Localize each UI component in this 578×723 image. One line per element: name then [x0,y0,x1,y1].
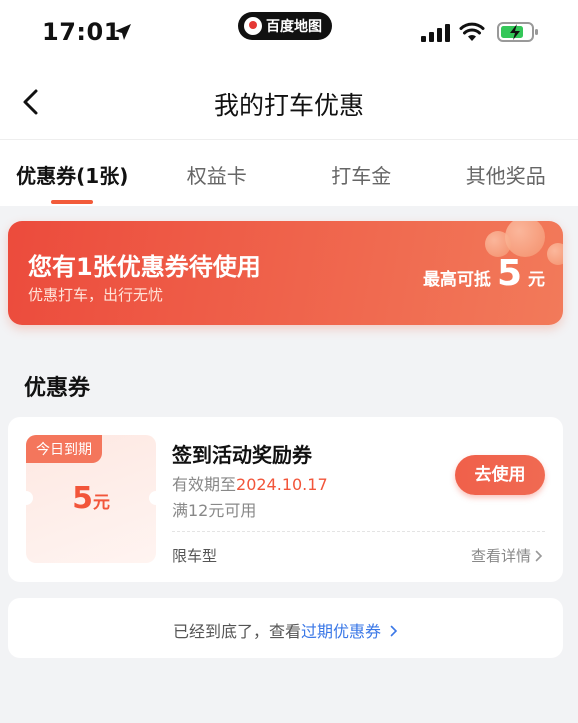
coupon-summary-banner: 您有1张优惠券待使用 优惠打车，出行无忧 最高可抵 5 元 [8,221,563,325]
coupon-expiry: 有效期至2024.10.17 [172,471,328,495]
coin-decoration-icon [505,221,545,257]
coupon-amount-unit: 元 [92,493,110,513]
coupon-amount-value: 5 [72,481,93,516]
banner-subtitle: 优惠打车，出行无忧 [28,286,164,304]
battery-charging-icon [497,22,538,42]
location-arrow-icon [115,24,131,40]
list-end-text: 已经到底了，查看过期优惠券 [8,618,563,642]
use-coupon-button[interactable]: 去使用 [455,455,545,495]
chevron-right-icon [535,550,543,561]
view-details-label: 查看详情 [470,547,531,565]
wifi-icon [459,22,485,41]
banner-max-discount: 最高可抵 5 元 [423,253,545,294]
coupon-title: 签到活动奖励券 [172,443,312,467]
tab-label: 优惠券(1张) [16,164,129,188]
coupon-vehicle-limit: 限车型 [172,547,218,565]
view-details-link[interactable]: 查看详情 [471,545,543,566]
coupon-amount: 5元 [26,481,156,516]
expired-coupons-link[interactable]: 过期优惠券 [301,622,381,641]
coupon-stub: 今日到期 5元 [19,435,163,563]
status-time: 17:01 [42,18,121,46]
list-end-label: 已经到底了，查看 [172,622,301,641]
expiry-prefix: 有效期至 [172,475,237,494]
baidu-maps-logo-icon [244,17,262,35]
expiring-today-badge: 今日到期 [26,435,102,463]
tab-label: 权益卡 [186,164,247,188]
max-discount-label: 最高可抵 [422,270,491,290]
app-name: 百度地图 [266,19,322,35]
tab-bar: 优惠券(1张) 权益卡 打车金 其他奖品 [0,140,578,206]
tab-ride-credit[interactable]: 打车金 [289,140,434,206]
list-end-card: 已经到底了，查看过期优惠券 [8,598,563,658]
signal-icon [421,24,450,42]
status-bar: 17:01 百度地图 [0,0,578,64]
tab-benefit-cards[interactable]: 权益卡 [145,140,290,206]
app-indicator-pill[interactable]: 百度地图 [238,12,332,40]
tab-other-prizes[interactable]: 其他奖品 [434,140,578,206]
tab-active-indicator [51,200,94,204]
expiry-date: 2024.10.17 [236,475,328,494]
coupon-divider [172,531,545,532]
page-title: 我的打车优惠 [213,91,364,120]
tab-coupons[interactable]: 优惠券(1张) [0,140,145,206]
max-discount-unit: 元 [528,270,545,290]
nav-bar: 我的打车优惠 [0,64,578,140]
chevron-right-icon[interactable] [390,625,398,637]
coupon-card[interactable]: 今日到期 5元 签到活动奖励券 有效期至2024.10.17 满12元可用 去使… [8,417,563,582]
banner-title: 您有1张优惠券待使用 [28,253,261,281]
max-discount-amount: 5 [496,253,522,294]
coin-decoration-icon [547,243,563,265]
section-title: 优惠券 [24,376,91,401]
tab-label: 其他奖品 [465,164,546,188]
coupon-condition: 满12元可用 [172,501,257,520]
tab-label: 打车金 [331,164,392,188]
